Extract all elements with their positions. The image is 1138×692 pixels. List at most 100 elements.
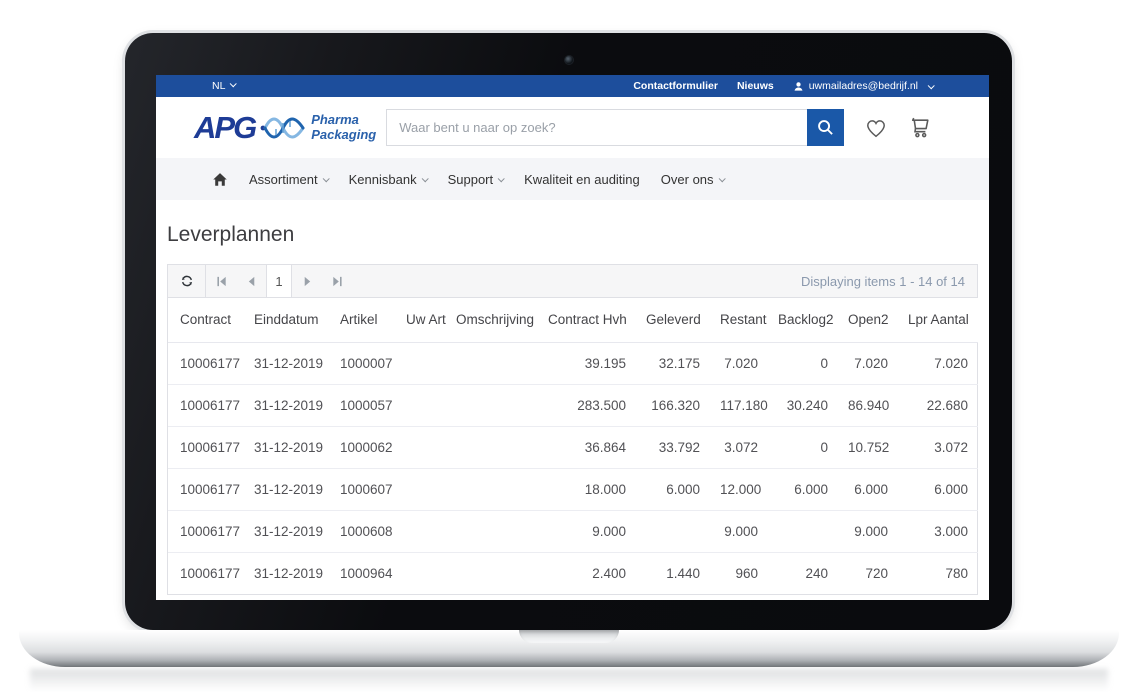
cell-einddatum: 31-12-2019 xyxy=(244,342,330,384)
column-header-geleverd[interactable]: Geleverd xyxy=(636,298,710,342)
column-header-restant[interactable]: Restant xyxy=(710,298,768,342)
cell-omschrijving xyxy=(446,342,538,384)
first-page-button[interactable] xyxy=(206,265,236,297)
search-input[interactable] xyxy=(386,109,807,146)
cell-einddatum: 31-12-2019 xyxy=(244,552,330,594)
nav-item-support[interactable]: Support xyxy=(448,172,504,187)
column-header-open2[interactable]: Open2 xyxy=(838,298,898,342)
cell-geleverd: 6.000 xyxy=(636,468,710,510)
logo-tagline-1: Pharma xyxy=(311,113,376,127)
heart-icon xyxy=(864,116,888,140)
cell-backlog2: 240 xyxy=(768,552,838,594)
cell-lpr-aantal: 780 xyxy=(898,552,978,594)
cell-artikel: 1000007 xyxy=(330,342,396,384)
cell-restant: 7.020 xyxy=(710,342,768,384)
prev-page-button[interactable] xyxy=(236,265,266,297)
table-row[interactable]: 1000617731-12-2019100060718.0006.00012.0… xyxy=(168,468,978,510)
laptop-reflection xyxy=(30,669,1108,691)
chevron-down-icon xyxy=(230,80,237,87)
cell-artikel: 1000062 xyxy=(330,426,396,468)
browser-viewport: NL Contactformulier Nieuws uwmailadres@b… xyxy=(156,75,989,600)
column-header-contract-hvh[interactable]: Contract Hvh xyxy=(538,298,636,342)
wishlist-button[interactable] xyxy=(864,116,888,140)
cell-restant: 3.072 xyxy=(710,426,768,468)
search-button[interactable] xyxy=(807,109,844,146)
cell-omschrijving xyxy=(446,426,538,468)
paging-status: Displaying items 1 - 14 of 14 xyxy=(801,274,977,289)
cell-omschrijving xyxy=(446,468,538,510)
site-header: APG Pharma Packaging xyxy=(156,97,989,158)
table-row[interactable]: 1000617731-12-201910006089.0009.0009.000… xyxy=(168,510,978,552)
cell-backlog2: 30.240 xyxy=(768,384,838,426)
nav-item-label: Assortiment xyxy=(249,172,318,187)
cart-button[interactable] xyxy=(908,115,933,140)
nav-home[interactable] xyxy=(212,172,228,187)
nav-item-kwaliteit-en-auditing[interactable]: Kwaliteit en auditing xyxy=(524,172,640,187)
nav-item-kennisbank[interactable]: Kennisbank xyxy=(349,172,427,187)
cell-lpr-aantal: 22.680 xyxy=(898,384,978,426)
cell-contract-hvh: 39.195 xyxy=(538,342,636,384)
first-page-icon xyxy=(215,275,228,288)
contactformulier-link[interactable]: Contactformulier xyxy=(633,80,718,92)
column-header-omschrijving[interactable]: Omschrijving xyxy=(446,298,538,342)
cell-contract-hvh: 9.000 xyxy=(538,510,636,552)
nieuws-link[interactable]: Nieuws xyxy=(737,80,774,92)
cell-contract: 10006177 xyxy=(168,552,244,594)
cell-omschrijving xyxy=(446,384,538,426)
current-page[interactable]: 1 xyxy=(266,265,292,297)
cell-contract-hvh: 18.000 xyxy=(538,468,636,510)
logo-text: APG xyxy=(194,112,255,143)
refresh-icon xyxy=(180,274,194,288)
cell-backlog2: 0 xyxy=(768,342,838,384)
nav-item-label: Over ons xyxy=(661,172,714,187)
leverplannen-table: ContractEinddatumArtikelUw ArtOmschrijvi… xyxy=(168,298,978,594)
cell-geleverd: 1.440 xyxy=(636,552,710,594)
table-row[interactable]: 1000617731-12-20191000057283.500166.3201… xyxy=(168,384,978,426)
cell-contract-hvh: 36.864 xyxy=(538,426,636,468)
table-row[interactable]: 1000617731-12-201910009642.4001.44096024… xyxy=(168,552,978,594)
prev-page-icon xyxy=(245,275,258,288)
column-header-lpr-aantal[interactable]: Lpr Aantal xyxy=(898,298,978,342)
nav-item-assortiment[interactable]: Assortiment xyxy=(249,172,328,187)
cell-einddatum: 31-12-2019 xyxy=(244,510,330,552)
column-header-contract[interactable]: Contract xyxy=(168,298,244,342)
account-menu[interactable]: uwmailadres@bedrijf.nl xyxy=(793,80,933,92)
language-selector[interactable]: NL xyxy=(212,80,235,92)
chevron-down-icon xyxy=(718,175,725,182)
webcam-icon xyxy=(565,56,573,64)
chevron-down-icon xyxy=(421,175,428,182)
cell-artikel: 1000608 xyxy=(330,510,396,552)
cell-open2: 9.000 xyxy=(838,510,898,552)
table-row[interactable]: 1000617731-12-20191000007 39.19532.1757.0… xyxy=(168,342,978,384)
column-header-einddatum[interactable]: Einddatum xyxy=(244,298,330,342)
chevron-down-icon xyxy=(928,82,935,89)
cell-contract: 10006177 xyxy=(168,342,244,384)
cell-open2: 10.752 xyxy=(838,426,898,468)
last-page-button[interactable] xyxy=(322,265,352,297)
top-utility-bar: NL Contactformulier Nieuws uwmailadres@b… xyxy=(156,75,989,97)
laptop-base-notch xyxy=(519,630,619,643)
table-row[interactable]: 1000617731-12-2019100006236.86433.7923.0… xyxy=(168,426,978,468)
cell-contract-hvh: 2.400 xyxy=(538,552,636,594)
home-icon xyxy=(212,172,228,187)
cell-uw-art xyxy=(396,426,446,468)
search-bar xyxy=(386,109,844,146)
nav-item-over-ons[interactable]: Over ons xyxy=(661,172,724,187)
cell-geleverd: 166.320 xyxy=(636,384,710,426)
main-navigation: Assortiment Kennisbank Support Kwaliteit en… xyxy=(156,158,989,200)
cell-backlog2: 6.000 xyxy=(768,468,838,510)
cell-geleverd: 33.792 xyxy=(636,426,710,468)
cell-geleverd: 32.175 xyxy=(636,342,710,384)
next-page-button[interactable] xyxy=(292,265,322,297)
column-header-uw-art[interactable]: Uw Art xyxy=(396,298,446,342)
search-icon xyxy=(817,119,834,136)
cell-einddatum: 31-12-2019 xyxy=(244,384,330,426)
logo[interactable]: APG Pharma Packaging xyxy=(194,112,376,143)
cell-contract: 10006177 xyxy=(168,468,244,510)
refresh-button[interactable] xyxy=(168,265,206,297)
column-header-artikel[interactable]: Artikel xyxy=(330,298,396,342)
cell-restant: 12.000 xyxy=(710,468,768,510)
column-header-backlog2[interactable]: Backlog2 xyxy=(768,298,838,342)
cell-artikel: 1000964 xyxy=(330,552,396,594)
cell-backlog2: 0 xyxy=(768,426,838,468)
